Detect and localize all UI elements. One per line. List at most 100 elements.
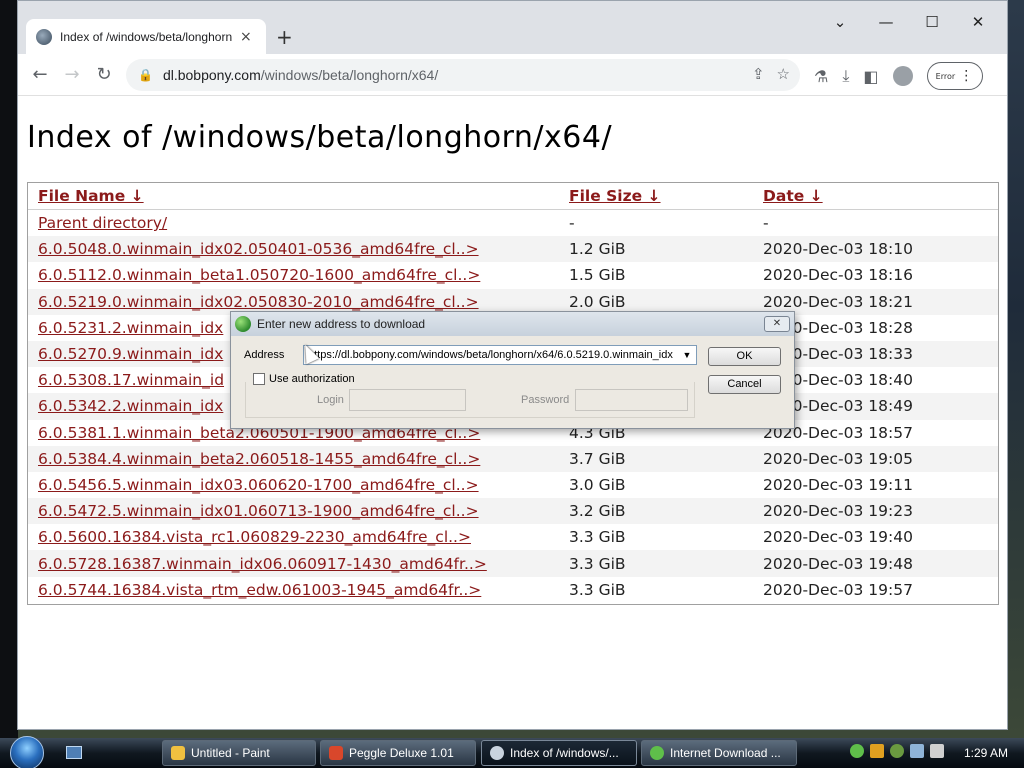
- file-link[interactable]: 6.0.5308.17.winmain_id: [38, 371, 224, 389]
- tab-close-icon[interactable]: ×: [240, 29, 252, 45]
- password-label: Password: [521, 394, 570, 406]
- file-date: -: [763, 214, 769, 233]
- address-bar[interactable]: 🔒 dl.bobpony.com /windows/beta/longhorn/…: [126, 59, 800, 91]
- file-size: 3.3 GiB: [569, 528, 626, 547]
- url-path: /windows/beta/longhorn/x64/: [260, 67, 439, 83]
- table-row: 6.0.5456.5.winmain_idx03.060620-1700_amd…: [28, 472, 998, 498]
- file-date: 2020-Dec-03 19:23: [753, 498, 998, 525]
- address-label: Address: [244, 349, 285, 361]
- file-date: 2020-Dec-03 19:40: [763, 528, 913, 547]
- table-row: 6.0.5112.0.winmain_beta1.050720-1600_amd…: [28, 262, 998, 288]
- url-host: dl.bobpony.com: [162, 67, 261, 83]
- dialog-titlebar: Enter new address to download: [231, 312, 794, 336]
- tab-title: Index of /windows/beta/longhorn/x64/: [60, 29, 232, 44]
- file-size: -: [569, 214, 575, 233]
- labs-flask-icon[interactable]: ⚗: [814, 67, 828, 86]
- file-link[interactable]: 6.0.5112.0.winmain_beta1.050720-1600_amd…: [38, 266, 480, 284]
- error-menu-button[interactable]: Error ⋮: [926, 62, 983, 90]
- tray-network-icon[interactable]: [910, 744, 924, 758]
- share-icon[interactable]: ⇪: [752, 65, 765, 83]
- file-link[interactable]: 6.0.5472.5.winmain_idx01.060713-1900_amd…: [38, 502, 479, 520]
- checkbox-box[interactable]: [253, 373, 265, 385]
- file-link[interactable]: 6.0.5231.2.winmain_idx: [38, 319, 223, 337]
- bookmark-star-icon[interactable]: ☆: [777, 65, 790, 83]
- show-desktop-icon[interactable]: [66, 746, 82, 759]
- use-authorization-checkbox[interactable]: Use authorization: [253, 373, 355, 385]
- taskbar-item-paint[interactable]: Untitled - Paint: [162, 740, 316, 766]
- ok-button[interactable]: OK: [708, 347, 781, 366]
- page-heading: Index of /windows/beta/longhorn/x64/: [27, 120, 613, 155]
- file-link[interactable]: Parent directory/: [38, 214, 167, 232]
- address-value: https://dl.bobpony.com/windows/beta/long…: [308, 349, 673, 361]
- tray-app-icon[interactable]: [890, 744, 904, 758]
- file-size: 1.2 GiB: [559, 236, 753, 263]
- file-date: 2020-Dec-03 18:16: [763, 266, 913, 285]
- idm-globe-icon: [235, 316, 251, 332]
- login-field[interactable]: [349, 389, 466, 411]
- file-link[interactable]: 6.0.5270.9.winmain_idx: [38, 345, 223, 363]
- file-date: 2020-Dec-03 18:10: [753, 236, 998, 263]
- file-link[interactable]: 6.0.5048.0.winmain_idx02.050401-0536_amd…: [38, 240, 479, 258]
- file-link[interactable]: 6.0.5744.16384.vista_rtm_edw.061003-1945…: [38, 581, 481, 599]
- forward-button[interactable]: →: [56, 64, 88, 85]
- cancel-button[interactable]: Cancel: [708, 375, 781, 394]
- address-input[interactable]: https://dl.bobpony.com/windows/beta/long…: [303, 345, 697, 365]
- reload-button[interactable]: ↻: [88, 64, 120, 85]
- tray-shield-icon[interactable]: [870, 744, 884, 758]
- col-header-file-name[interactable]: File Name ↓: [28, 183, 559, 210]
- error-label: Error: [935, 71, 956, 81]
- file-link[interactable]: 6.0.5219.0.winmain_idx02.050830-2010_amd…: [38, 293, 479, 311]
- table-row: 6.0.5384.4.winmain_beta2.060518-1455_amd…: [28, 445, 998, 472]
- taskbar-item-chrome[interactable]: Index of /windows/...: [481, 740, 637, 766]
- idm-icon: [650, 746, 664, 760]
- file-date: 2020-Dec-03 19:48: [753, 550, 998, 577]
- new-tab-button[interactable]: +: [276, 25, 293, 49]
- file-link[interactable]: 6.0.5600.16384.vista_rc1.060829-2230_amd…: [38, 528, 471, 546]
- side-panel-icon[interactable]: ◧: [863, 67, 878, 86]
- taskbar-item-label: Index of /windows/...: [510, 746, 619, 760]
- taskbar-item-peggle[interactable]: Peggle Deluxe 1.01: [320, 740, 476, 766]
- table-row: 6.0.5728.16387.winmain_idx06.060917-1430…: [28, 550, 998, 577]
- taskbar: Untitled - Paint Peggle Deluxe 1.01 Inde…: [0, 736, 1024, 768]
- close-window-button[interactable]: ✕: [955, 13, 1001, 31]
- file-link[interactable]: 6.0.5342.2.winmain_idx: [38, 397, 223, 415]
- system-tray: [850, 744, 944, 758]
- paint-icon: [171, 746, 185, 760]
- dialog-close-button[interactable]: ✕: [764, 316, 790, 332]
- table-row: 6.0.5744.16384.vista_rtm_edw.061003-1945…: [28, 577, 998, 603]
- back-button[interactable]: ←: [24, 64, 56, 85]
- password-field[interactable]: [575, 389, 688, 411]
- file-link[interactable]: 6.0.5456.5.winmain_idx03.060620-1700_amd…: [38, 476, 479, 494]
- table-row: 6.0.5472.5.winmain_idx01.060713-1900_amd…: [28, 498, 998, 525]
- taskbar-item-label: Peggle Deluxe 1.01: [349, 746, 454, 760]
- dropdown-arrow-icon[interactable]: ▼: [680, 347, 694, 363]
- use-authorization-label: Use authorization: [269, 373, 355, 385]
- browser-toolbar: ← → ↻ 🔒 dl.bobpony.com /windows/beta/lon…: [18, 54, 1007, 96]
- tab-strip: Index of /windows/beta/longhorn/x64/ × +…: [18, 1, 1007, 54]
- taskbar-item-idm[interactable]: Internet Download ...: [641, 740, 797, 766]
- toolbar-actions: ⚗ ⤓ ◧ Error ⋮: [814, 62, 983, 90]
- login-label: Login: [317, 394, 344, 406]
- profile-avatar-icon[interactable]: [892, 66, 913, 86]
- file-link[interactable]: 6.0.5728.16387.winmain_idx06.060917-1430…: [38, 555, 487, 573]
- tray-volume-icon[interactable]: [930, 744, 944, 758]
- file-date: 2020-Dec-03 19:57: [763, 580, 913, 599]
- dialog-title: Enter new address to download: [257, 317, 426, 331]
- minimize-button[interactable]: —: [863, 13, 909, 31]
- col-header-file-size[interactable]: File Size ↓: [559, 183, 753, 210]
- tab-search-icon[interactable]: ⌄: [817, 13, 863, 31]
- file-link[interactable]: 6.0.5384.4.winmain_beta2.060518-1455_amd…: [38, 450, 480, 468]
- clock[interactable]: 1:29 AM: [964, 746, 1008, 760]
- file-size: 3.7 GiB: [559, 445, 753, 472]
- lock-icon[interactable]: 🔒: [138, 68, 153, 82]
- active-tab[interactable]: Index of /windows/beta/longhorn/x64/ ×: [26, 19, 266, 54]
- taskbar-item-label: Internet Download ...: [670, 746, 781, 760]
- file-date: 2020-Dec-03 19:05: [753, 445, 998, 472]
- col-header-date[interactable]: Date ↓: [753, 183, 998, 210]
- tray-idm-icon[interactable]: [850, 744, 864, 758]
- start-button[interactable]: [10, 736, 44, 768]
- table-row: 6.0.5600.16384.vista_rc1.060829-2230_amd…: [28, 524, 998, 550]
- maximize-button[interactable]: ☐: [909, 13, 955, 31]
- table-row: Parent directory/ - -: [28, 210, 998, 236]
- download-icon[interactable]: ⤓: [842, 66, 849, 86]
